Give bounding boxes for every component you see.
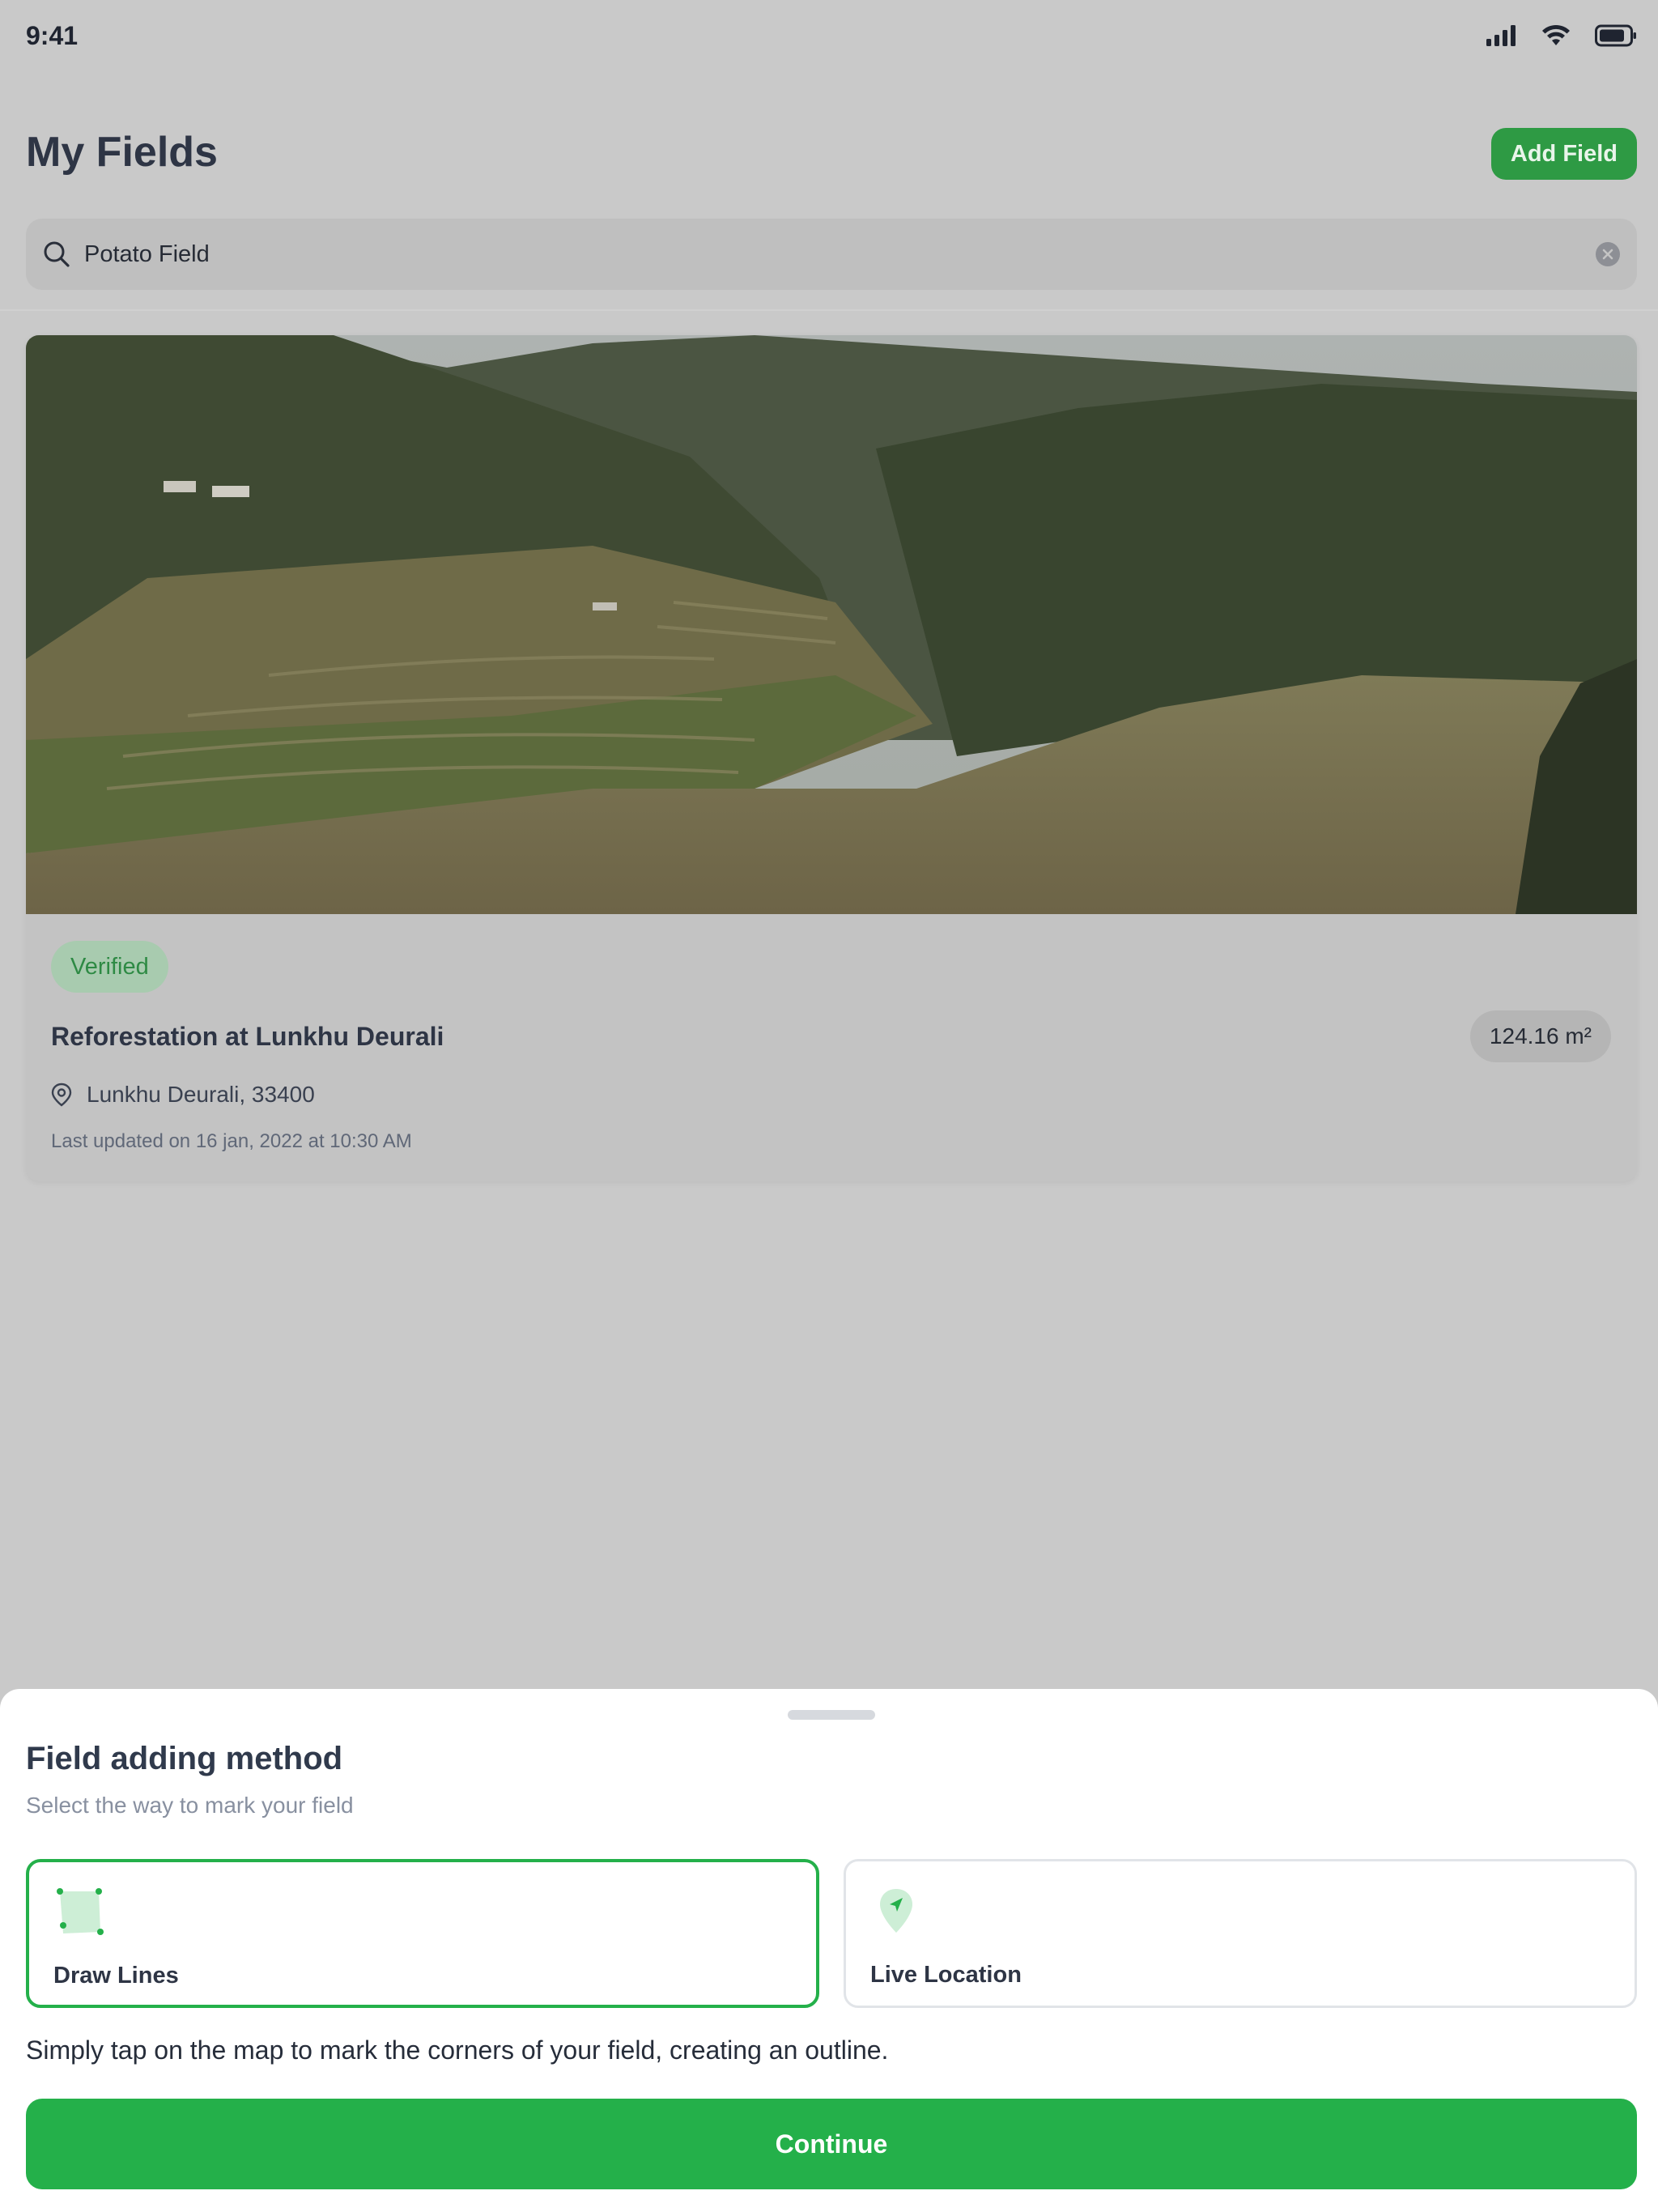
bottom-sheet: Field adding method Select the way to ma… xyxy=(0,1689,1658,2212)
location-pin-icon xyxy=(51,1083,72,1107)
status-icons xyxy=(1486,24,1637,47)
sheet-subtitle: Select the way to mark your field xyxy=(26,1793,354,1818)
clear-search-icon[interactable] xyxy=(1595,241,1621,267)
field-card[interactable]: Verified Reforestation at Lunkhu Deurali… xyxy=(26,335,1637,1181)
header-divider xyxy=(0,309,1658,311)
sheet-handle[interactable] xyxy=(788,1710,875,1720)
page-title: My Fields xyxy=(26,129,218,176)
status-bar: 9:41 xyxy=(0,0,1658,73)
cellular-signal-icon xyxy=(1486,25,1516,46)
battery-icon xyxy=(1595,24,1636,47)
continue-button[interactable]: Continue xyxy=(26,2099,1637,2189)
method-label-live-location: Live Location xyxy=(870,1962,1022,1988)
method-label-draw-lines: Draw Lines xyxy=(53,1963,179,1989)
add-field-button[interactable]: Add Field xyxy=(1490,128,1637,180)
helper-text: Simply tap on the map to mark the corner… xyxy=(26,2035,889,2065)
search-input[interactable] xyxy=(84,219,1541,290)
method-option-live-location[interactable]: Live Location xyxy=(844,1859,1637,2008)
status-time: 9:41 xyxy=(26,21,79,50)
method-option-draw-lines[interactable]: Draw Lines xyxy=(26,1859,819,2008)
field-photo xyxy=(26,335,1637,914)
area-badge: 124.16 m² xyxy=(1469,1010,1611,1062)
updated-text: Last updated on 16 jan, 2022 at 10:30 AM xyxy=(51,1130,412,1152)
verified-badge: Verified xyxy=(51,941,168,993)
live-location-icon xyxy=(880,1889,912,1933)
search-icon xyxy=(44,241,70,267)
draw-lines-icon xyxy=(57,1888,104,1935)
search-bar[interactable] xyxy=(26,219,1637,290)
wifi-icon xyxy=(1542,24,1570,45)
sheet-title: Field adding method xyxy=(26,1741,343,1776)
location-row: Lunkhu Deurali, 33400 xyxy=(51,1082,315,1108)
location-text: Lunkhu Deurali, 33400 xyxy=(87,1082,315,1107)
field-title: Reforestation at Lunkhu Deurali xyxy=(51,1022,444,1051)
